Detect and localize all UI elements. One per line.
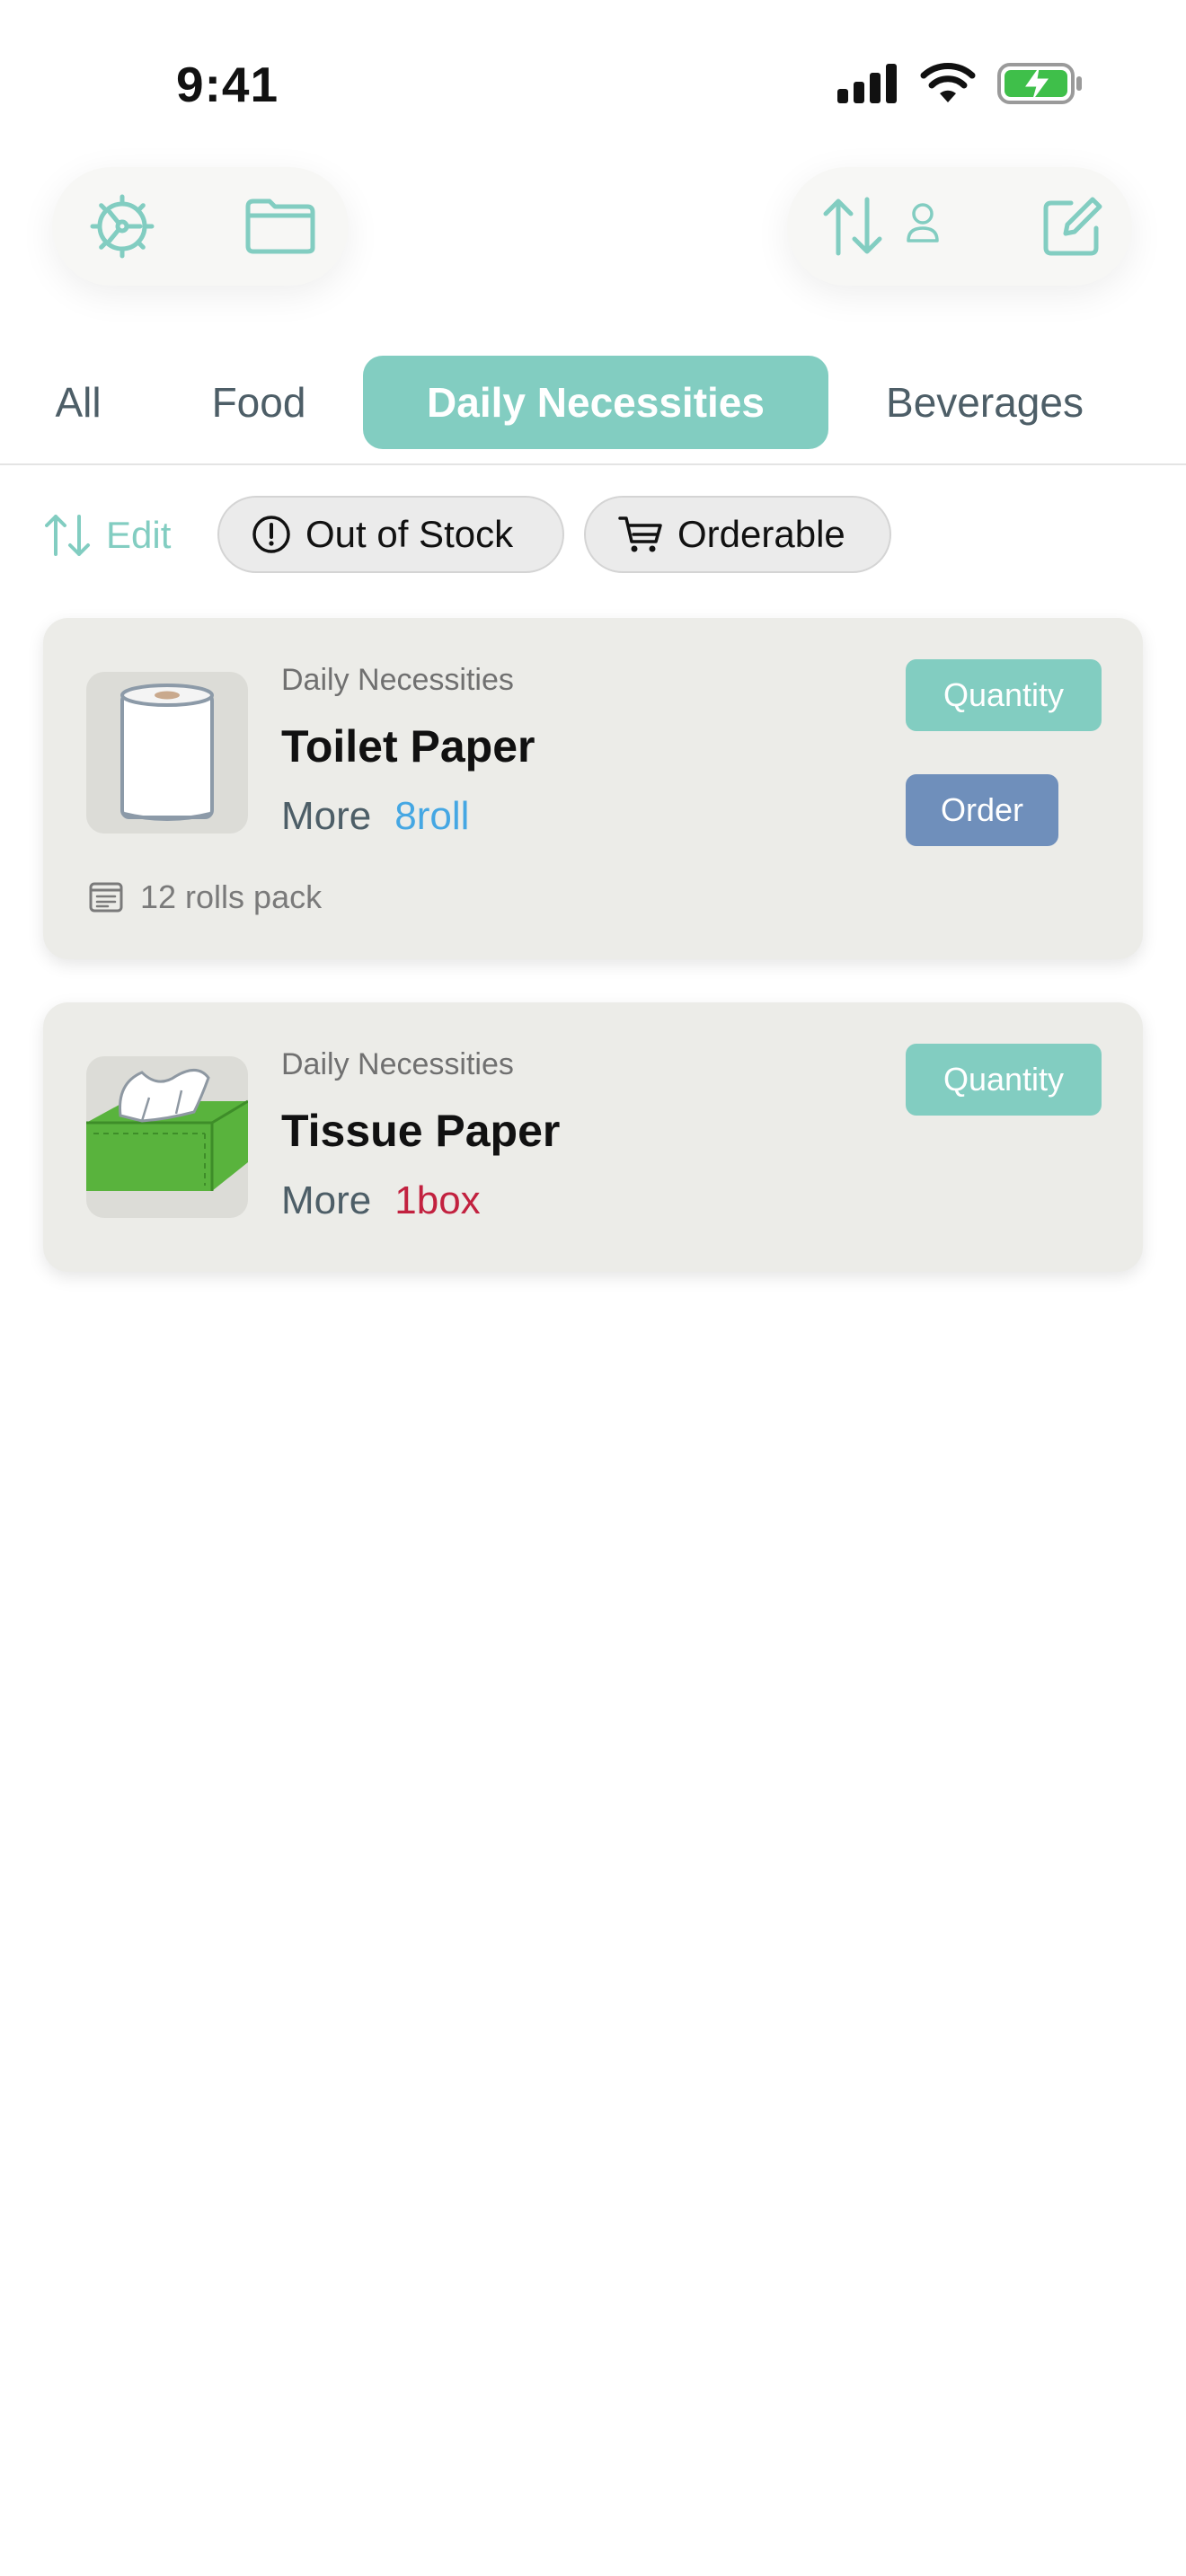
wifi-icon [920,63,976,102]
exclamation-circle-icon [252,516,290,553]
amount-value: 1box [394,1178,481,1222]
folder-icon [245,198,315,254]
item-category: Daily Necessities [281,1047,514,1081]
item-category: Daily Necessities [281,663,514,697]
more-label: More [281,794,372,838]
item-more-amount: More 1box [281,1178,481,1223]
settings-button[interactable] [84,190,160,262]
tab-all[interactable]: All [40,356,117,449]
more-label: More [281,1178,372,1222]
sort-arrows-icon [45,515,90,556]
quantity-button[interactable]: Quantity [906,1044,1102,1116]
edit-label: Edit [106,514,172,556]
status-time: 9:41 [176,57,279,112]
item-card[interactable]: Daily Necessities Toilet Paper More 8rol… [43,618,1143,959]
order-button[interactable]: Order [906,774,1058,846]
sort-person-icon [823,197,939,256]
sort-by-user-button[interactable] [818,190,952,262]
tab-daily-necessities[interactable]: Daily Necessities [363,356,828,449]
cellular-signal-icon [837,64,897,103]
compose-button[interactable] [1035,190,1111,262]
compose-icon [1043,197,1102,256]
orderable-filter[interactable]: Orderable [584,496,891,573]
tab-food[interactable]: Food [196,356,322,449]
tab-beverages[interactable]: Beverages [870,356,1100,449]
out-of-stock-filter[interactable]: Out of Stock [217,496,564,573]
item-note: 12 rolls pack [88,878,322,916]
toolbar-right-group [787,167,1132,286]
tissue-box-image [86,1056,248,1218]
item-name: Tissue Paper [281,1106,561,1156]
item-more-amount: More 8roll [281,794,469,839]
note-text: 12 rolls pack [140,878,323,915]
status-icons [836,63,1084,104]
item-name: Toilet Paper [281,721,535,772]
folder-button[interactable] [243,190,318,262]
out-of-stock-label: Out of Stock [305,513,514,555]
battery-charging-icon [997,63,1082,104]
amount-value: 8roll [394,794,470,838]
note-icon [89,882,123,913]
toolbar-left-group [52,167,349,286]
item-card[interactable]: Daily Necessities Tissue Paper More 1box… [43,1002,1143,1272]
gear-icon [90,194,155,259]
category-tabs: All Food Daily Necessities Beverages [0,356,1186,465]
edit-sort-button[interactable]: Edit [45,507,171,564]
quantity-button[interactable]: Quantity [906,659,1102,731]
orderable-label: Orderable [677,513,845,555]
toilet-paper-image [86,672,248,834]
cart-icon [618,516,662,552]
